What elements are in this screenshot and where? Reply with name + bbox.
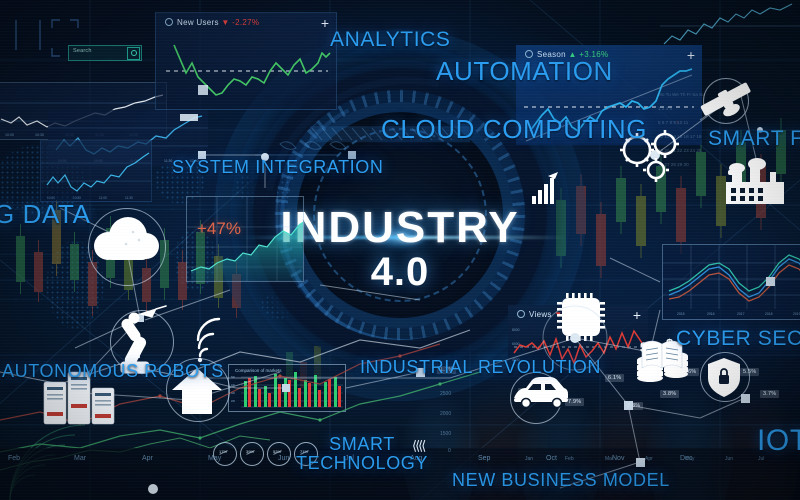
keyword-industrial-revolution: INDUSTRIAL REVOLUTION: [360, 357, 601, 377]
keyword-smart-technology-line2: TECHNOLOGY: [296, 453, 429, 473]
keyword-automation: AUTOMATION: [436, 56, 613, 86]
keyword-system-integration: SYSTEM INTEGRATION: [172, 157, 384, 177]
rewind-arrows-icon: ⟨⟨⟨⟨: [412, 438, 426, 453]
keyword-new-business-model: NEW BUSINESS MODEL: [452, 470, 670, 490]
keyword-cloud-computing: CLOUD COMPUTING: [381, 114, 648, 144]
industry40-infographic: INDUSTRY 4.0 10:0010:3011:00 11:3012:00 …: [0, 0, 800, 500]
keyword-smart-technology-line1: SMART: [329, 434, 395, 454]
keyword-cyber-security: CYBER SECURITY: [676, 327, 800, 350]
keyword-iot: IOT: [757, 424, 800, 457]
keyword-analytics: ANALYTICS: [330, 28, 451, 51]
keyword-autonomous-robots: AUTONOMOUS ROBOTS: [2, 361, 224, 381]
shield-lock-icon: [708, 358, 740, 397]
keyword-big-data: G DATA: [0, 199, 91, 229]
keyword-smart-factory: SMART FACTORY: [708, 127, 800, 150]
